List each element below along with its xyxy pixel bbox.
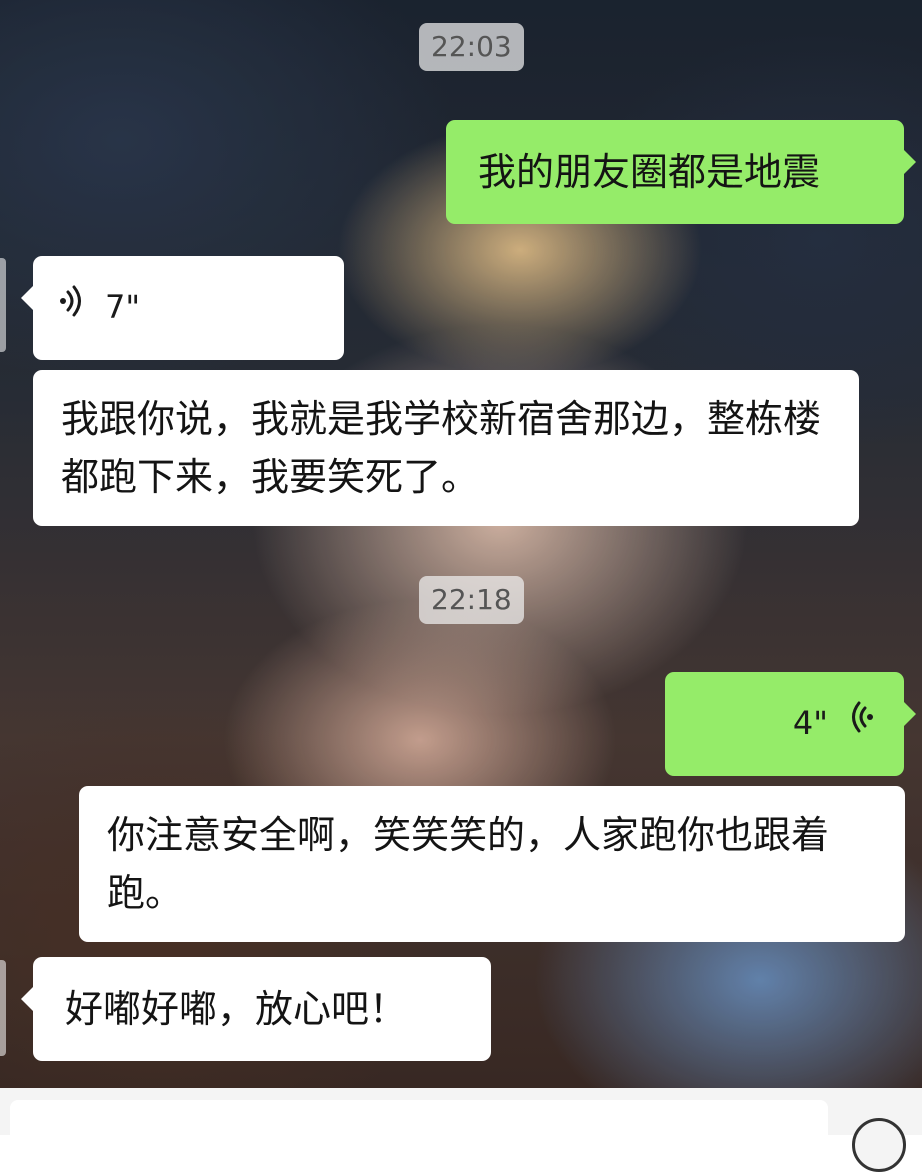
- voice-wave-icon: [846, 694, 880, 752]
- voice-message-sent[interactable]: 4": [665, 672, 916, 776]
- message-bubble-received[interactable]: 你注意安全啊，笑笑笑的，人家跑你也跟着跑。: [79, 786, 905, 942]
- timestamp: 22:03: [419, 23, 524, 71]
- avatar-edge[interactable]: [0, 258, 6, 352]
- message-text: 我跟你说，我就是我学校新宿舍那边，整栋楼都跑下来，我要笑死了。: [61, 397, 822, 499]
- message-text: 我的朋友圈都是地震: [478, 150, 821, 194]
- voice-duration: 4": [792, 704, 828, 742]
- message-bubble-received[interactable]: 我跟你说，我就是我学校新宿舍那边，整栋楼都跑下来，我要笑死了。: [33, 370, 859, 526]
- voice-wave-icon: [53, 278, 87, 336]
- emoji-button[interactable]: [852, 1118, 906, 1172]
- voice-message-received[interactable]: 7": [21, 256, 344, 360]
- avatar-edge[interactable]: [0, 960, 6, 1056]
- message-bubble-received[interactable]: 好嘟好嘟，放心吧！: [21, 957, 491, 1061]
- message-text: 好嘟好嘟，放心吧！: [65, 987, 408, 1031]
- message-input[interactable]: [10, 1100, 828, 1145]
- voice-duration: 7": [105, 288, 141, 326]
- message-text: 你注意安全啊，笑笑笑的，人家跑你也跟着跑。: [107, 813, 830, 915]
- input-bar: [0, 1088, 922, 1172]
- timestamp: 22:18: [419, 576, 524, 624]
- message-bubble-sent[interactable]: 我的朋友圈都是地震: [446, 120, 916, 224]
